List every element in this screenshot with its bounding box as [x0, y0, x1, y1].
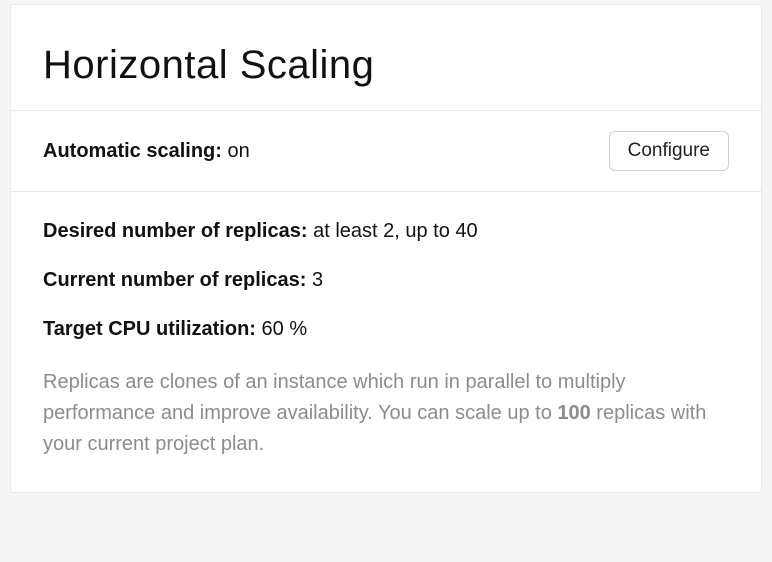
automatic-scaling-status: Automatic scaling: on: [43, 140, 250, 163]
target-cpu-label: Target CPU utilization:: [43, 318, 256, 340]
current-replicas-label: Current number of replicas:: [43, 269, 306, 291]
description-limit: 100: [557, 402, 590, 424]
desired-replicas-line: Desired number of replicas: at least 2, …: [43, 220, 729, 243]
current-replicas-value: 3: [312, 269, 323, 291]
automatic-scaling-label: Automatic scaling:: [43, 140, 222, 162]
scaling-details: Desired number of replicas: at least 2, …: [11, 192, 761, 492]
desired-replicas-value: at least 2, up to 40: [313, 220, 478, 242]
replicas-description: Replicas are clones of an instance which…: [43, 367, 729, 460]
horizontal-scaling-card: Horizontal Scaling Automatic scaling: on…: [10, 4, 762, 493]
target-cpu-line: Target CPU utilization: 60 %: [43, 318, 729, 341]
card-header: Horizontal Scaling: [11, 5, 761, 111]
target-cpu-value: 60 %: [262, 318, 308, 340]
current-replicas-line: Current number of replicas: 3: [43, 269, 729, 292]
description-prefix: Replicas are clones of an instance which…: [43, 371, 626, 424]
configure-button[interactable]: Configure: [609, 131, 729, 171]
page-title: Horizontal Scaling: [43, 43, 729, 88]
automatic-scaling-row: Automatic scaling: on Configure: [11, 111, 761, 192]
automatic-scaling-value: on: [227, 140, 249, 162]
desired-replicas-label: Desired number of replicas:: [43, 220, 308, 242]
